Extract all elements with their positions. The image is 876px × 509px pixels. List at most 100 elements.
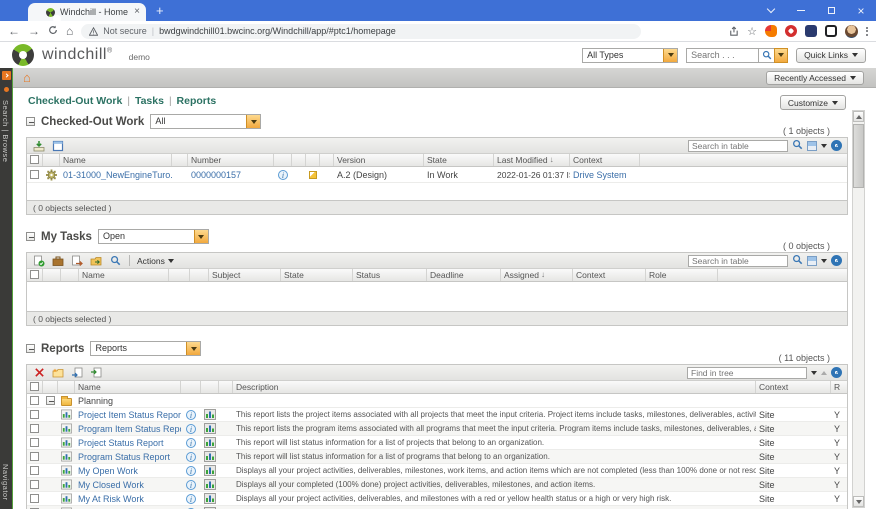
row-checkbox[interactable]	[30, 494, 39, 503]
new-tab-button[interactable]: +	[156, 3, 164, 18]
help-icon[interactable]: ?	[831, 255, 842, 266]
help-icon[interactable]: ?	[831, 367, 842, 378]
col-number[interactable]: Number	[188, 154, 274, 166]
row-checkbox[interactable]	[30, 438, 39, 447]
tab-reports[interactable]: Reports	[177, 95, 217, 107]
col-status[interactable]: Status	[353, 269, 427, 281]
select-all-checkbox[interactable]	[30, 382, 39, 391]
search-in-table-icon[interactable]	[792, 252, 803, 270]
sidebar-navigator-label[interactable]: Navigator	[1, 464, 10, 501]
col-name[interactable]: Name	[60, 154, 172, 166]
col-deadline[interactable]: Deadline	[427, 269, 501, 281]
content-scrollbar[interactable]	[852, 110, 865, 508]
address-bar[interactable]: Not secure | bwdgwindchill01.bwcinc.org/…	[81, 23, 642, 39]
table-view-icon[interactable]	[807, 255, 817, 266]
scroll-up-icon[interactable]	[853, 111, 864, 122]
forward-icon[interactable]: →	[28, 25, 40, 37]
info-icon[interactable]: i	[186, 423, 196, 434]
window-minimize-button[interactable]	[786, 0, 816, 21]
select-dropdown-button[interactable]	[193, 230, 208, 243]
search-in-table-input[interactable]	[688, 139, 788, 152]
col-extra[interactable]: R	[831, 381, 847, 393]
customize-button[interactable]: Customize	[779, 95, 846, 110]
view-report-icon[interactable]	[201, 423, 219, 434]
col-last-modified[interactable]: Last Modified ↓	[494, 154, 570, 166]
search-in-table-input[interactable]	[688, 254, 788, 267]
row-checkbox[interactable]	[30, 170, 39, 179]
collapse-section-icon[interactable]	[26, 117, 35, 126]
table-view-icon[interactable]	[807, 140, 817, 151]
collapse-section-icon[interactable]	[26, 344, 35, 353]
col-state[interactable]: State	[281, 269, 353, 281]
search-options-dropdown[interactable]	[774, 47, 789, 63]
view-report-icon[interactable]	[201, 437, 219, 448]
clipboard-icon[interactable]	[51, 139, 65, 152]
url-text[interactable]: bwdgwindchill01.bwcinc.org/Windchill/app…	[159, 26, 396, 36]
col-assigned[interactable]: Assigned ↓	[501, 269, 573, 281]
home-tab-icon[interactable]: ⌂	[23, 71, 31, 84]
reload-icon[interactable]	[48, 25, 58, 37]
collapse-section-icon[interactable]	[26, 232, 35, 241]
find-in-tree-input[interactable]	[687, 366, 807, 379]
collapse-folder-icon[interactable]	[46, 396, 55, 405]
report-name-link[interactable]: My At Risk Work	[78, 494, 144, 504]
report-row[interactable]: My Open Work i Displays all your project…	[27, 464, 847, 478]
view-report-icon[interactable]	[201, 479, 219, 490]
expand-all-icon[interactable]	[811, 370, 817, 375]
col-subject[interactable]: Subject	[209, 269, 281, 281]
row-checkbox[interactable]	[30, 396, 39, 405]
row-checkbox[interactable]	[30, 424, 39, 433]
report-row[interactable]: Project Status Report i This report will…	[27, 436, 847, 450]
browser-tab[interactable]: Windchill - Home ×	[28, 3, 146, 23]
extension-sidebar-icon[interactable]	[825, 25, 837, 37]
complete-task-icon[interactable]	[70, 254, 84, 267]
sidebar-pin-icon[interactable]	[4, 87, 9, 92]
zoom-task-icon[interactable]	[108, 254, 122, 267]
info-icon[interactable]: i	[186, 409, 196, 420]
col-context[interactable]: Context	[573, 269, 646, 281]
row-checkbox[interactable]	[30, 480, 39, 489]
report-name-link[interactable]: Program Item Status Report	[78, 424, 181, 434]
object-name-link[interactable]: 01-31000_NewEngineTuro.asm	[63, 170, 172, 180]
row-checkbox[interactable]	[30, 452, 39, 461]
reports-filter-select[interactable]: Reports	[90, 341, 202, 356]
cut-move-icon[interactable]	[70, 366, 84, 379]
scroll-down-icon[interactable]	[853, 496, 864, 507]
search-in-table-icon[interactable]	[792, 137, 803, 155]
bookmark-star-icon[interactable]: ☆	[747, 25, 757, 38]
quick-links-button[interactable]: Quick Links	[796, 47, 866, 63]
recently-accessed-button[interactable]: Recently Accessed	[766, 70, 864, 85]
back-icon[interactable]: ←	[8, 25, 20, 37]
reassign-task-icon[interactable]	[51, 254, 65, 267]
collapse-all-icon[interactable]	[821, 370, 827, 375]
select-dropdown-button[interactable]	[246, 115, 261, 128]
delete-icon[interactable]	[32, 366, 46, 379]
scrollbar-thumb[interactable]	[853, 124, 864, 188]
tab-tasks[interactable]: Tasks	[135, 95, 164, 107]
report-name-link[interactable]: Project Status Report	[78, 438, 164, 448]
checked-out-filter-select[interactable]: All	[150, 114, 262, 129]
browser-menu-icon[interactable]	[866, 26, 868, 36]
search-type-select[interactable]: All Types	[582, 47, 679, 63]
select-all-checkbox[interactable]	[30, 155, 39, 164]
new-folder-icon[interactable]	[51, 366, 65, 379]
not-secure-label[interactable]: Not secure	[103, 26, 147, 36]
checked-out-row[interactable]: 01-31000_NewEngineTuro.asm 0000000157 i …	[27, 167, 847, 183]
col-state[interactable]: State	[424, 154, 494, 166]
profile-avatar[interactable]	[845, 24, 858, 38]
window-menu-chevron-icon[interactable]	[756, 0, 786, 21]
select-all-checkbox[interactable]	[30, 270, 39, 279]
view-report-icon[interactable]	[201, 493, 219, 504]
col-name[interactable]: Name	[75, 381, 181, 393]
global-search-input[interactable]	[686, 47, 759, 63]
extension-puzzle-icon[interactable]	[805, 25, 817, 37]
home-icon[interactable]: ⌂	[66, 25, 73, 37]
report-row[interactable]: Project Item Status Report i This report…	[27, 408, 847, 422]
report-row[interactable]: My At Risk Work i Displays all your proj…	[27, 492, 847, 506]
share-icon[interactable]	[728, 25, 739, 37]
col-context[interactable]: Context	[756, 381, 831, 393]
report-name-link[interactable]: Program Status Report	[78, 452, 170, 462]
col-context[interactable]: Context	[570, 154, 640, 166]
row-checkbox[interactable]	[30, 410, 39, 419]
view-dropdown-icon[interactable]	[821, 258, 827, 263]
